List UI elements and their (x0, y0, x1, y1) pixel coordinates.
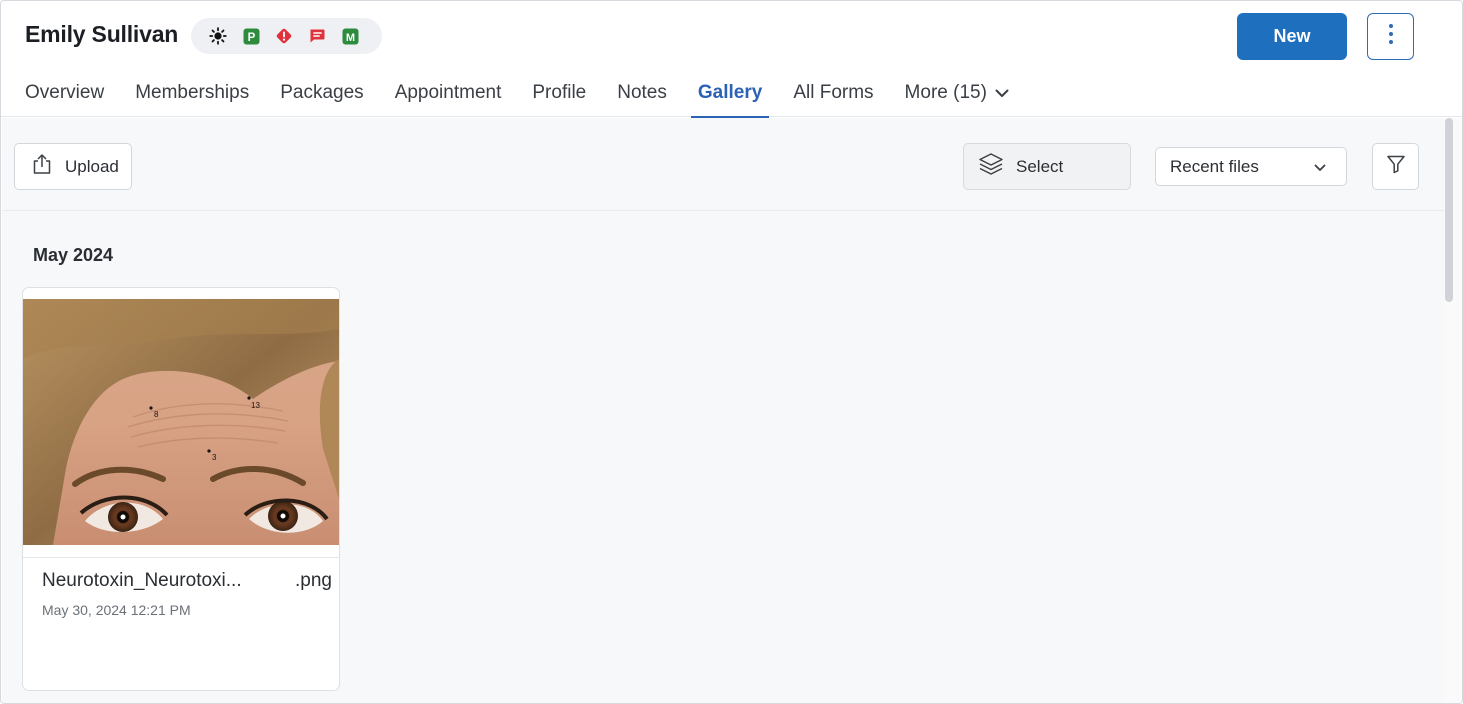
tab-label: Memberships (135, 82, 250, 103)
kebab-icon (1388, 23, 1394, 50)
card-divider (23, 557, 339, 558)
profile-tabs: Overview Memberships Packages Appointmen… (1, 69, 1024, 118)
layers-icon (978, 152, 1004, 181)
tab-label: Gallery (697, 82, 763, 103)
gallery-panel: Upload Select Recent files May 2024 8 13… (2, 118, 1444, 703)
sort-value: Recent files (1170, 156, 1259, 176)
filter-button[interactable] (1372, 143, 1419, 190)
upload-button[interactable]: Upload (14, 143, 132, 190)
chevron-down-icon (1314, 157, 1326, 177)
tab-label: Notes (617, 82, 667, 103)
p-badge-icon[interactable]: P (242, 27, 260, 45)
injection-point-label: 13 (251, 401, 260, 410)
file-name: Neurotoxin_Neurotoxi... .png (42, 570, 332, 592)
tab-label: Overview (25, 82, 105, 103)
tab-appointment[interactable]: Appointment (379, 69, 517, 117)
tab-packages[interactable]: Packages (265, 69, 379, 117)
p-badge-letter: P (247, 31, 255, 43)
select-button[interactable]: Select (963, 143, 1131, 190)
tab-memberships[interactable]: Memberships (120, 69, 265, 117)
tab-more[interactable]: More (15) (889, 69, 1024, 117)
month-heading: May 2024 (33, 245, 114, 265)
patient-name: Emily Sullivan (25, 21, 179, 47)
file-date: May 30, 2024 12:21 PM (42, 602, 191, 618)
alert-icon[interactable] (275, 27, 293, 45)
more-actions-button[interactable] (1367, 13, 1414, 60)
vertical-scrollbar[interactable] (1444, 118, 1462, 703)
message-icon[interactable] (308, 27, 326, 45)
injection-point-label: 8 (154, 410, 159, 419)
sun-icon[interactable] (209, 27, 227, 45)
filter-icon (1386, 154, 1406, 179)
file-extension: .png (295, 570, 332, 591)
tab-overview[interactable]: Overview (1, 69, 120, 117)
tab-label: Appointment (394, 82, 502, 103)
gallery-card[interactable]: 8 13 3 Neurotoxin_Neurotoxi... .png May … (22, 287, 340, 691)
scrollbar-thumb[interactable] (1445, 118, 1453, 302)
photo-thumbnail[interactable]: 8 13 3 (23, 299, 339, 545)
tab-gallery[interactable]: Gallery (682, 69, 777, 118)
app-window: Emily Sullivan P M New Overview Membersh… (0, 0, 1463, 704)
sort-dropdown[interactable]: Recent files (1155, 147, 1347, 186)
tab-label: Packages (280, 82, 364, 103)
tab-profile[interactable]: Profile (517, 69, 602, 117)
tab-label: Profile (532, 82, 587, 103)
patient-status-badges: P M (191, 18, 382, 54)
upload-label: Upload (65, 156, 119, 176)
m-badge-icon[interactable]: M (341, 27, 359, 45)
new-button[interactable]: New (1237, 13, 1347, 60)
tab-notes[interactable]: Notes (602, 69, 683, 117)
chevron-down-icon (995, 89, 1009, 98)
injection-point-label: 3 (212, 453, 217, 462)
m-badge-letter: M (345, 31, 354, 43)
patient-header: Emily Sullivan P M New Overview Membersh… (1, 1, 1462, 118)
tab-all-forms[interactable]: All Forms (778, 69, 889, 117)
file-name-stem: Neurotoxin_Neurotoxi... (42, 570, 242, 591)
tab-label: All Forms (793, 82, 874, 103)
tab-label: More (15) (904, 82, 987, 103)
upload-icon (31, 153, 53, 180)
gallery-toolbar: Upload Select Recent files (2, 118, 1444, 211)
select-label: Select (1016, 156, 1064, 176)
